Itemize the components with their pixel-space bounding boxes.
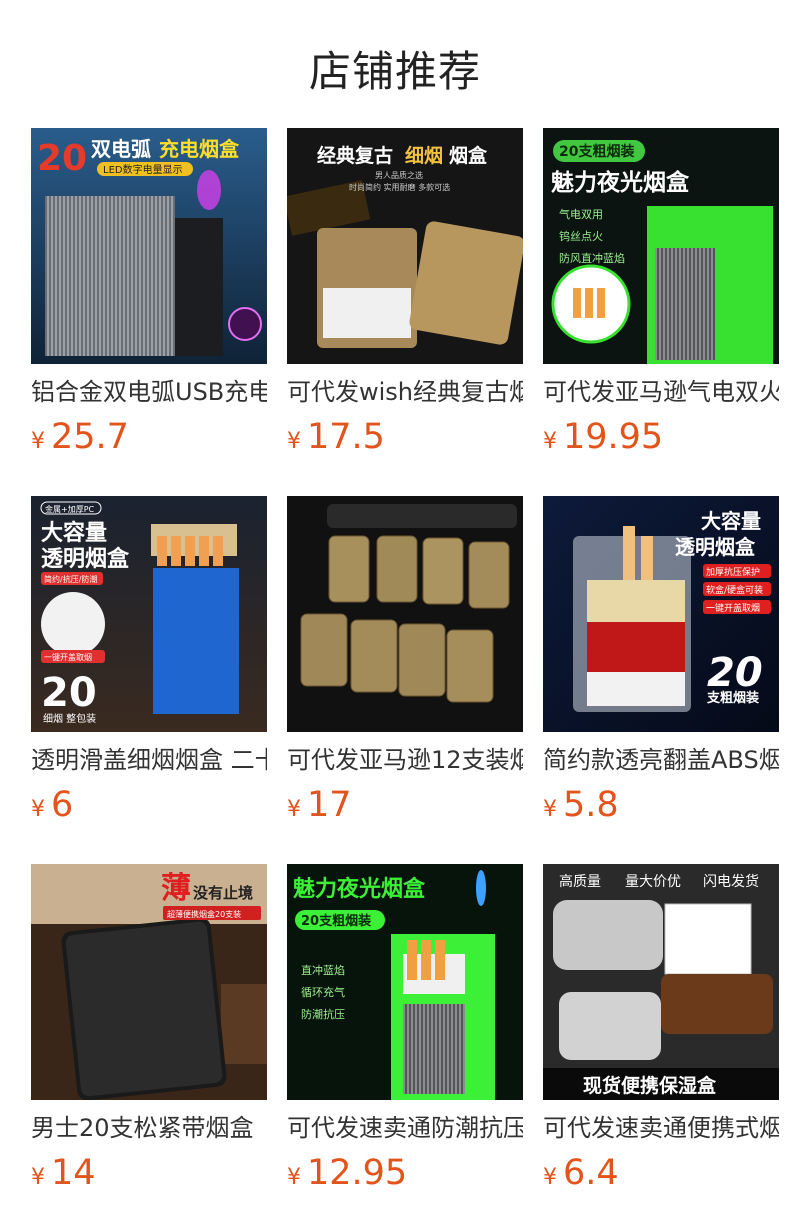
- img-text: 一键开盖取烟: [706, 602, 760, 614]
- product-card[interactable]: 经典复古 细烟 烟盒 男人品质之选 时尚简约 实用耐磨 多款可选 可代发wish…: [287, 128, 523, 496]
- product-name[interactable]: 可代发速卖通防潮抗压烟盒: [287, 1111, 523, 1145]
- currency-symbol: ¥: [287, 429, 301, 454]
- img-text: 量大价优: [625, 874, 681, 890]
- price-value: 14: [51, 1153, 96, 1193]
- product-card[interactable]: 金属+加厚PC 大容量 透明烟盒 简约/抗压/防潮 一键开盖取烟 20 细烟 整…: [31, 496, 267, 864]
- img-text: 闪电发货: [703, 873, 759, 890]
- product-price: ¥14: [31, 1151, 96, 1201]
- product-card[interactable]: 20支粗烟装 魅力夜光烟盒 气电双用 钨丝点火 防风直冲蓝焰 可代发亚马逊气电双…: [543, 128, 779, 496]
- product-price: ¥5.8: [543, 783, 619, 833]
- product-card[interactable]: 20 双电弧 充电烟盒 LED数字电量显示 铝合金双电弧USB充电烟盒 ¥25.…: [31, 128, 267, 496]
- product-image[interactable]: [287, 496, 523, 732]
- img-text: 20支粗烟装: [559, 143, 635, 160]
- img-text: 魅力夜光烟盒: [293, 876, 426, 902]
- product-name[interactable]: 可代发亚马逊气电双火烟盒: [543, 375, 779, 409]
- img-text: 超薄便携烟盒20支装: [167, 909, 241, 919]
- img-text: 细烟 整包装: [43, 712, 96, 725]
- price-value: 17.5: [307, 417, 385, 457]
- img-text: 金属+加厚PC: [45, 504, 95, 514]
- img-text: 直冲蓝焰: [301, 963, 345, 977]
- img-text: LED数字电量显示: [103, 163, 183, 176]
- product-card[interactable]: 大容量 透明烟盒 加厚抗压保护 软盒/硬盒可装 一键开盖取烟 20 支粗烟装 简…: [543, 496, 779, 864]
- product-image[interactable]: 薄 没有止境 超薄便携烟盒20支装: [31, 864, 267, 1100]
- price-value: 6.4: [563, 1153, 619, 1193]
- img-text: 魅力夜光烟盒: [551, 169, 690, 196]
- product-card[interactable]: 魅力夜光烟盒 20支粗烟装 直冲蓝焰 循环充气 防潮抗压 可代发速卖通防潮抗压烟…: [287, 864, 523, 1232]
- page-title: 店铺推荐: [308, 47, 481, 96]
- img-text: 时尚简约 实用耐磨 多款可选: [349, 182, 450, 192]
- img-text: 支粗烟装: [706, 690, 759, 706]
- currency-symbol: ¥: [287, 797, 301, 822]
- product-image[interactable]: 20 双电弧 充电烟盒 LED数字电量显示: [31, 128, 267, 364]
- img-text: 20: [41, 670, 97, 716]
- img-text: 男人品质之选: [375, 170, 423, 180]
- currency-symbol: ¥: [31, 1165, 45, 1190]
- product-name[interactable]: 透明滑盖细烟烟盒 二十支: [31, 743, 267, 777]
- img-text: 20支粗烟装: [301, 913, 371, 929]
- price-value: 6: [51, 785, 74, 825]
- product-price: ¥17.5: [287, 415, 385, 465]
- img-text: 软盒/硬盒可装: [706, 584, 763, 596]
- img-text: 双电弧: [91, 137, 151, 161]
- currency-symbol: ¥: [31, 797, 45, 822]
- img-text: 简约/抗压/防潮: [44, 574, 97, 584]
- currency-symbol: ¥: [543, 1165, 557, 1190]
- product-image[interactable]: 20支粗烟装 魅力夜光烟盒 气电双用 钨丝点火 防风直冲蓝焰: [543, 128, 779, 364]
- img-text: 透明烟盒: [675, 535, 756, 559]
- product-image[interactable]: 魅力夜光烟盒 20支粗烟装 直冲蓝焰 循环充气 防潮抗压: [287, 864, 523, 1100]
- price-value: 19.95: [563, 417, 664, 457]
- img-text: 充电烟盒: [159, 137, 240, 161]
- product-name[interactable]: 铝合金双电弧USB充电烟盒: [31, 375, 267, 409]
- price-value: 5.8: [563, 785, 619, 825]
- product-name[interactable]: 简约款透亮翻盖ABS烟盒: [543, 743, 779, 777]
- img-text: 高质量: [559, 873, 601, 890]
- price-value: 17: [307, 785, 352, 825]
- img-text: 20: [707, 650, 763, 696]
- product-card[interactable]: 可代发亚马逊12支装烟盒 ¥17: [287, 496, 523, 864]
- img-text: 加厚抗压保护: [706, 566, 760, 578]
- price-value: 25.7: [51, 417, 129, 457]
- product-image[interactable]: 经典复古 细烟 烟盒 男人品质之选 时尚简约 实用耐磨 多款可选: [287, 128, 523, 364]
- product-name[interactable]: 可代发速卖通便携式烟丝盒: [543, 1111, 779, 1145]
- product-grid: 20 双电弧 充电烟盒 LED数字电量显示 铝合金双电弧USB充电烟盒 ¥25.…: [31, 128, 779, 1232]
- product-price: ¥6.4: [543, 1151, 619, 1201]
- img-text: 大容量: [701, 509, 761, 533]
- product-card[interactable]: 高质量 量大价优 闪电发货 现货便携保湿盒 可代发速卖通便携式烟丝盒 ¥6.4: [543, 864, 779, 1232]
- product-price: ¥19.95: [543, 415, 663, 465]
- product-image[interactable]: 金属+加厚PC 大容量 透明烟盒 简约/抗压/防潮 一键开盖取烟 20 细烟 整…: [31, 496, 267, 732]
- img-text: 气电双用: [559, 207, 603, 221]
- img-text: 经典复古: [317, 144, 393, 167]
- img-text: 一键开盖取烟: [44, 652, 92, 662]
- product-image[interactable]: 大容量 透明烟盒 加厚抗压保护 软盒/硬盒可装 一键开盖取烟 20 支粗烟装: [543, 496, 779, 732]
- currency-symbol: ¥: [287, 1165, 301, 1190]
- product-name[interactable]: 男士20支松紧带烟盒: [31, 1111, 267, 1145]
- img-text: 防潮抗压: [301, 1007, 345, 1021]
- currency-symbol: ¥: [31, 429, 45, 454]
- currency-symbol: ¥: [543, 429, 557, 454]
- price-value: 12.95: [307, 1153, 408, 1193]
- product-price: ¥25.7: [31, 415, 129, 465]
- product-image[interactable]: 高质量 量大价优 闪电发货 现货便携保湿盒: [543, 864, 779, 1100]
- img-text: 20: [37, 138, 87, 179]
- img-text: 透明烟盒: [41, 546, 130, 572]
- img-text: 烟盒: [449, 144, 488, 167]
- img-text: 循环充气: [301, 985, 345, 999]
- product-name[interactable]: 可代发亚马逊12支装烟盒: [287, 743, 523, 777]
- img-text: 大容量: [41, 520, 107, 546]
- img-text: 没有止境: [193, 884, 253, 902]
- img-text: 防风直冲蓝焰: [559, 251, 625, 265]
- product-price: ¥12.95: [287, 1151, 407, 1201]
- product-name[interactable]: 可代发wish经典复古烟盒: [287, 375, 523, 409]
- currency-symbol: ¥: [543, 797, 557, 822]
- img-text: 现货便携保湿盒: [583, 1074, 717, 1097]
- img-text: 薄: [161, 871, 191, 906]
- product-price: ¥6: [31, 783, 73, 833]
- img-text: 细烟: [405, 144, 443, 167]
- product-card[interactable]: 薄 没有止境 超薄便携烟盒20支装 男士20支松紧带烟盒 ¥14: [31, 864, 267, 1232]
- img-text: 钨丝点火: [559, 230, 603, 243]
- product-price: ¥17: [287, 783, 352, 833]
